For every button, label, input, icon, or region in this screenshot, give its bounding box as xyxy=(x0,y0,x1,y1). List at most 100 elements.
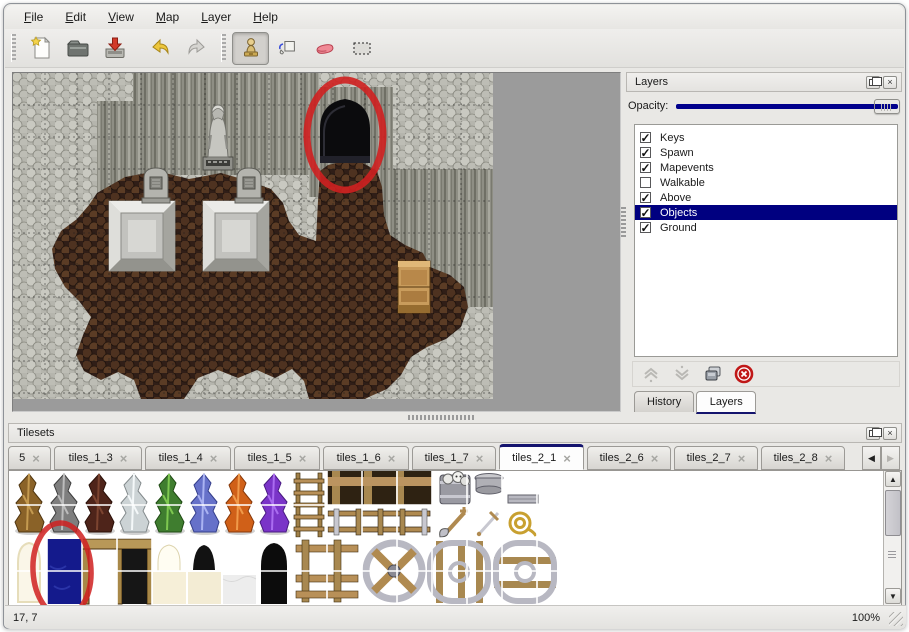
horizontal-splitter[interactable] xyxy=(408,415,474,420)
new-file-button[interactable] xyxy=(22,32,59,65)
close-tab-icon[interactable]: × xyxy=(825,453,833,464)
tileset-tab[interactable]: tiles_1_3× xyxy=(54,446,142,470)
layer-row-keys[interactable]: ✓ Keys xyxy=(635,130,897,145)
cursor-coordinates: 17, 7 xyxy=(13,612,37,624)
tileset-tab[interactable]: tiles_2_8× xyxy=(761,446,845,470)
close-tab-icon[interactable]: × xyxy=(738,453,746,464)
layer-row-ground[interactable]: ✓ Ground xyxy=(635,220,897,235)
layer-checkbox[interactable]: ✓ xyxy=(640,207,651,218)
redo-icon xyxy=(184,35,210,61)
tileset-scrollbar[interactable]: ▲ ▼ xyxy=(883,471,901,605)
menu-view[interactable]: View xyxy=(98,7,144,27)
open-folder-icon xyxy=(65,35,91,61)
opacity-slider-thumb[interactable] xyxy=(874,99,900,114)
float-icon xyxy=(869,430,877,437)
close-tab-icon[interactable]: × xyxy=(120,453,128,464)
delete-layer-button[interactable] xyxy=(734,364,754,384)
tileset-tab[interactable]: tiles_1_5× xyxy=(234,446,320,470)
scrollbar-grip xyxy=(888,551,896,558)
close-tab-icon[interactable]: × xyxy=(388,453,396,464)
tileset-tab[interactable]: tiles_1_7× xyxy=(412,446,496,470)
vertical-splitter[interactable] xyxy=(621,207,626,239)
layer-checkbox[interactable]: ✓ xyxy=(640,162,651,173)
opacity-slider-track xyxy=(676,104,898,109)
layer-checkbox[interactable]: ✓ xyxy=(640,147,651,158)
layer-label: Objects xyxy=(660,207,697,219)
layer-row-above[interactable]: ✓ Above xyxy=(635,190,897,205)
close-panel-button[interactable]: × xyxy=(883,427,897,440)
layer-row-spawn[interactable]: ✓ Spawn xyxy=(635,145,897,160)
save-button[interactable] xyxy=(96,32,133,65)
close-tab-icon[interactable]: × xyxy=(563,453,571,464)
menu-file[interactable]: File xyxy=(14,7,53,27)
scroll-tabs-right-button[interactable]: ▶ xyxy=(881,446,900,470)
layer-checkbox[interactable] xyxy=(640,177,651,188)
tilesets-panel-title-text: Tilesets xyxy=(17,427,55,439)
tileset-canvas[interactable]: ▲ ▼ xyxy=(8,470,902,606)
menu-edit[interactable]: Edit xyxy=(55,7,96,27)
close-tab-icon[interactable]: × xyxy=(299,453,307,464)
stamp-tool-button[interactable] xyxy=(232,32,269,65)
float-icon xyxy=(869,79,877,86)
tileset-render xyxy=(12,471,574,605)
layer-row-objects[interactable]: ✓ Objects xyxy=(635,205,897,220)
select-tool-button[interactable] xyxy=(343,32,380,65)
scroll-up-button[interactable]: ▲ xyxy=(885,471,901,487)
opacity-slider[interactable] xyxy=(676,98,900,114)
close-tab-icon[interactable]: × xyxy=(476,453,484,464)
layer-checkbox[interactable]: ✓ xyxy=(640,192,651,203)
gravestone xyxy=(235,168,263,203)
layer-action-buttons xyxy=(632,361,900,387)
eraser-tool-button[interactable] xyxy=(306,32,343,65)
undo-button[interactable] xyxy=(141,32,178,65)
redo-button[interactable] xyxy=(178,32,215,65)
layer-label: Walkable xyxy=(660,177,705,189)
tileset-tab[interactable]: tiles_2_7× xyxy=(674,446,758,470)
tab-layers[interactable]: Layers xyxy=(696,391,756,414)
close-tab-icon[interactable]: × xyxy=(210,453,218,464)
app-window: File Edit View Map Layer Help xyxy=(3,3,906,629)
layer-checkbox[interactable]: ✓ xyxy=(640,222,651,233)
map-render xyxy=(13,73,493,399)
layer-checkbox[interactable]: ✓ xyxy=(640,132,651,143)
float-panel-button[interactable] xyxy=(866,76,880,89)
layer-row-mapevents[interactable]: ✓ Mapevents xyxy=(635,160,897,175)
layer-row-walkable[interactable]: Walkable xyxy=(635,175,897,190)
toolbar xyxy=(5,29,904,68)
scrollbar-thumb[interactable] xyxy=(885,490,901,536)
layers-panel-title: Layers × xyxy=(626,72,902,92)
layers-panel-title-text: Layers xyxy=(635,76,668,88)
close-tab-icon[interactable]: × xyxy=(32,453,40,464)
tileset-tab[interactable]: tiles_1_6× xyxy=(323,446,409,470)
close-panel-button[interactable]: × xyxy=(883,76,897,89)
menu-bar: File Edit View Map Layer Help xyxy=(5,5,904,29)
tab-history[interactable]: History xyxy=(634,391,694,412)
menu-layer[interactable]: Layer xyxy=(191,7,241,27)
move-layer-up-button[interactable] xyxy=(641,364,661,384)
stamp-icon xyxy=(238,35,264,61)
tileset-tab[interactable]: tiles_1_4× xyxy=(145,446,231,470)
fill-tool-button[interactable] xyxy=(269,32,306,65)
scroll-tabs-left-button[interactable]: ◀ xyxy=(862,446,881,470)
layer-label: Above xyxy=(660,192,691,204)
close-tab-icon[interactable]: × xyxy=(651,453,659,464)
menu-help[interactable]: Help xyxy=(243,7,288,27)
duplicate-layer-button[interactable] xyxy=(703,364,723,384)
altar-block xyxy=(109,201,175,271)
float-panel-button[interactable] xyxy=(866,427,880,440)
tileset-tab[interactable]: tiles_2_6× xyxy=(587,446,671,470)
tileset-tab[interactable]: 5× xyxy=(8,446,51,470)
scroll-down-button[interactable]: ▼ xyxy=(885,588,901,604)
toolbar-drag-handle[interactable] xyxy=(221,34,226,62)
map-canvas[interactable] xyxy=(12,72,621,412)
open-button[interactable] xyxy=(59,32,96,65)
toolbar-drag-handle[interactable] xyxy=(11,34,16,62)
tileset-tab[interactable]: tiles_2_1× xyxy=(499,444,584,470)
resize-grip[interactable] xyxy=(889,612,903,626)
eraser-icon xyxy=(312,35,338,61)
layer-label: Spawn xyxy=(660,147,694,159)
menu-map[interactable]: Map xyxy=(146,7,189,27)
right-dock-tabs: History Layers xyxy=(634,391,758,412)
layer-label: Keys xyxy=(660,132,684,144)
move-layer-down-button[interactable] xyxy=(672,364,692,384)
